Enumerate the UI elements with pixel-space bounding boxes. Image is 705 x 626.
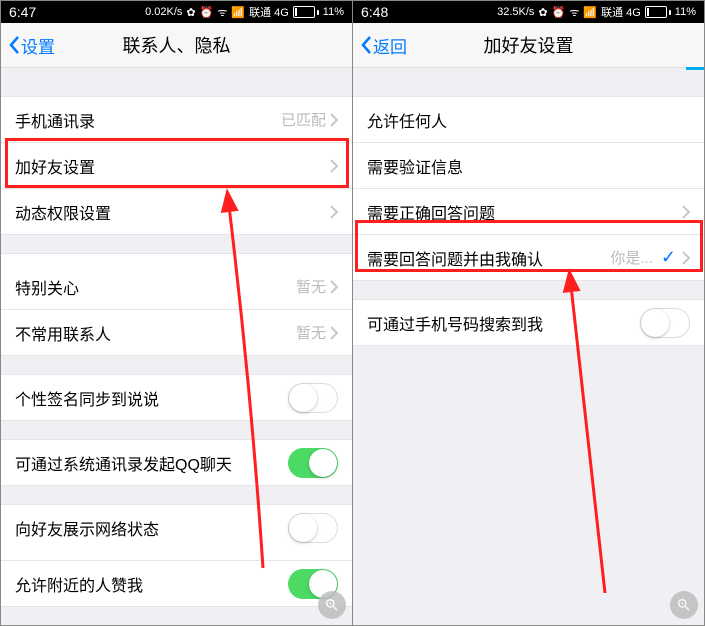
chevron-right-icon <box>330 280 338 294</box>
toggle-show-network[interactable] <box>288 513 338 543</box>
row-label: 向好友展示网络状态 <box>15 516 159 540</box>
battery-icon <box>293 6 319 18</box>
check-icon: ✓ <box>661 247 676 268</box>
chevron-right-icon <box>330 113 338 127</box>
row-phone-contacts[interactable]: 手机通讯录 已匹配 <box>1 97 352 143</box>
content: 手机通讯录 已匹配 加好友设置 动态权限设置 特别 <box>1 68 352 625</box>
signal-icon: 📶 <box>583 6 597 19</box>
status-time: 6:47 <box>9 4 36 20</box>
row-nearby-like[interactable]: 允许附近的人赞我 <box>1 561 352 606</box>
phone-left: 6:47 0.02K/s ✿ ⏰ ᯤ 📶 联通 4G 11% 设置 联系人、隐私 <box>1 1 353 625</box>
status-bar: 6:47 0.02K/s ✿ ⏰ ᯤ 📶 联通 4G 11% <box>1 1 352 23</box>
row-label: 不常用联系人 <box>15 321 111 345</box>
status-carrier: 联通 4G <box>249 4 289 20</box>
magnify-icon <box>670 591 698 619</box>
back-button[interactable]: 设置 <box>1 33 55 58</box>
row-special-focus[interactable]: 特别关心 暂无 <box>1 254 352 310</box>
row-label: 需要正确回答问题 <box>367 200 495 224</box>
status-battery: 11% <box>323 6 344 18</box>
status-speed: 0.02K/s <box>145 6 182 18</box>
row-label: 加好友设置 <box>15 154 95 178</box>
nav-bar: 设置 联系人、隐私 <box>1 23 352 68</box>
row-label: 需要验证信息 <box>367 154 463 178</box>
toggle-signature-sync[interactable] <box>288 383 338 413</box>
row-label: 需要回答问题并由我确认 <box>367 246 543 270</box>
chevron-right-icon <box>682 205 690 219</box>
row-need-answer[interactable]: 需要正确回答问题 <box>353 189 704 235</box>
battery-icon <box>645 6 671 18</box>
row-value: 暂无 <box>296 322 326 343</box>
row-allow-anyone[interactable]: 允许任何人 <box>353 97 704 143</box>
nav-bar: 返回 加好友设置 <box>353 23 704 68</box>
row-need-answer-confirm[interactable]: 需要回答问题并由我确认 你是... ✓ <box>353 235 704 280</box>
back-label: 设置 <box>21 33 55 58</box>
status-speed: 32.5K/s <box>497 6 534 18</box>
wifi-icon: ᯤ <box>569 5 579 20</box>
status-battery: 11% <box>675 6 696 18</box>
status-bar: 6:48 32.5K/s ✿ ⏰ ᯤ 📶 联通 4G 11% <box>353 1 704 23</box>
chevron-left-icon <box>7 35 21 55</box>
row-label: 可通过手机号码搜索到我 <box>367 311 543 335</box>
chevron-right-icon <box>330 159 338 173</box>
row-label: 可通过系统通讯录发起QQ聊天 <box>15 451 232 475</box>
row-show-network[interactable]: 向好友展示网络状态 <box>1 505 352 561</box>
magnify-icon <box>318 591 346 619</box>
row-label: 手机通讯录 <box>15 108 95 132</box>
row-add-friend-settings[interactable]: 加好友设置 <box>1 143 352 189</box>
back-label: 返回 <box>373 33 407 58</box>
toggle-search-by-phone[interactable] <box>640 308 690 338</box>
status-carrier: 联通 4G <box>601 4 641 20</box>
status-time: 6:48 <box>361 4 388 20</box>
row-value: 你是... <box>610 247 653 268</box>
vibrate-icon: ✿ <box>186 6 195 19</box>
wifi-icon: ᯤ <box>217 5 227 20</box>
row-label: 个性签名同步到说说 <box>15 386 159 410</box>
content: 允许任何人 需要验证信息 需要正确回答问题 需要回答问题并由我确认 你是... … <box>353 68 704 625</box>
row-signature-sync[interactable]: 个性签名同步到说说 <box>1 375 352 420</box>
row-feed-permission[interactable]: 动态权限设置 <box>1 189 352 234</box>
chevron-right-icon <box>330 205 338 219</box>
alarm-icon: ⏰ <box>200 6 214 19</box>
row-need-verify[interactable]: 需要验证信息 <box>353 143 704 189</box>
row-label: 允许任何人 <box>367 108 447 132</box>
row-label: 动态权限设置 <box>15 200 111 224</box>
signal-icon: 📶 <box>231 6 245 19</box>
chevron-right-icon <box>330 326 338 340</box>
back-button[interactable]: 返回 <box>353 33 407 58</box>
chevron-left-icon <box>359 35 373 55</box>
row-sys-contacts-qq[interactable]: 可通过系统通讯录发起QQ聊天 <box>1 440 352 485</box>
row-label: 特别关心 <box>15 275 79 299</box>
row-value: 已匹配 <box>281 109 326 130</box>
phone-right: 6:48 32.5K/s ✿ ⏰ ᯤ 📶 联通 4G 11% 返回 加好友设置 <box>353 1 704 625</box>
vibrate-icon: ✿ <box>538 6 547 19</box>
chevron-right-icon <box>682 251 690 265</box>
row-value: 暂无 <box>296 276 326 297</box>
row-search-by-phone[interactable]: 可通过手机号码搜索到我 <box>353 300 704 345</box>
row-rare-contacts[interactable]: 不常用联系人 暂无 <box>1 310 352 355</box>
row-label: 允许附近的人赞我 <box>15 572 143 596</box>
toggle-sys-contacts-qq[interactable] <box>288 448 338 478</box>
alarm-icon: ⏰ <box>552 6 566 19</box>
